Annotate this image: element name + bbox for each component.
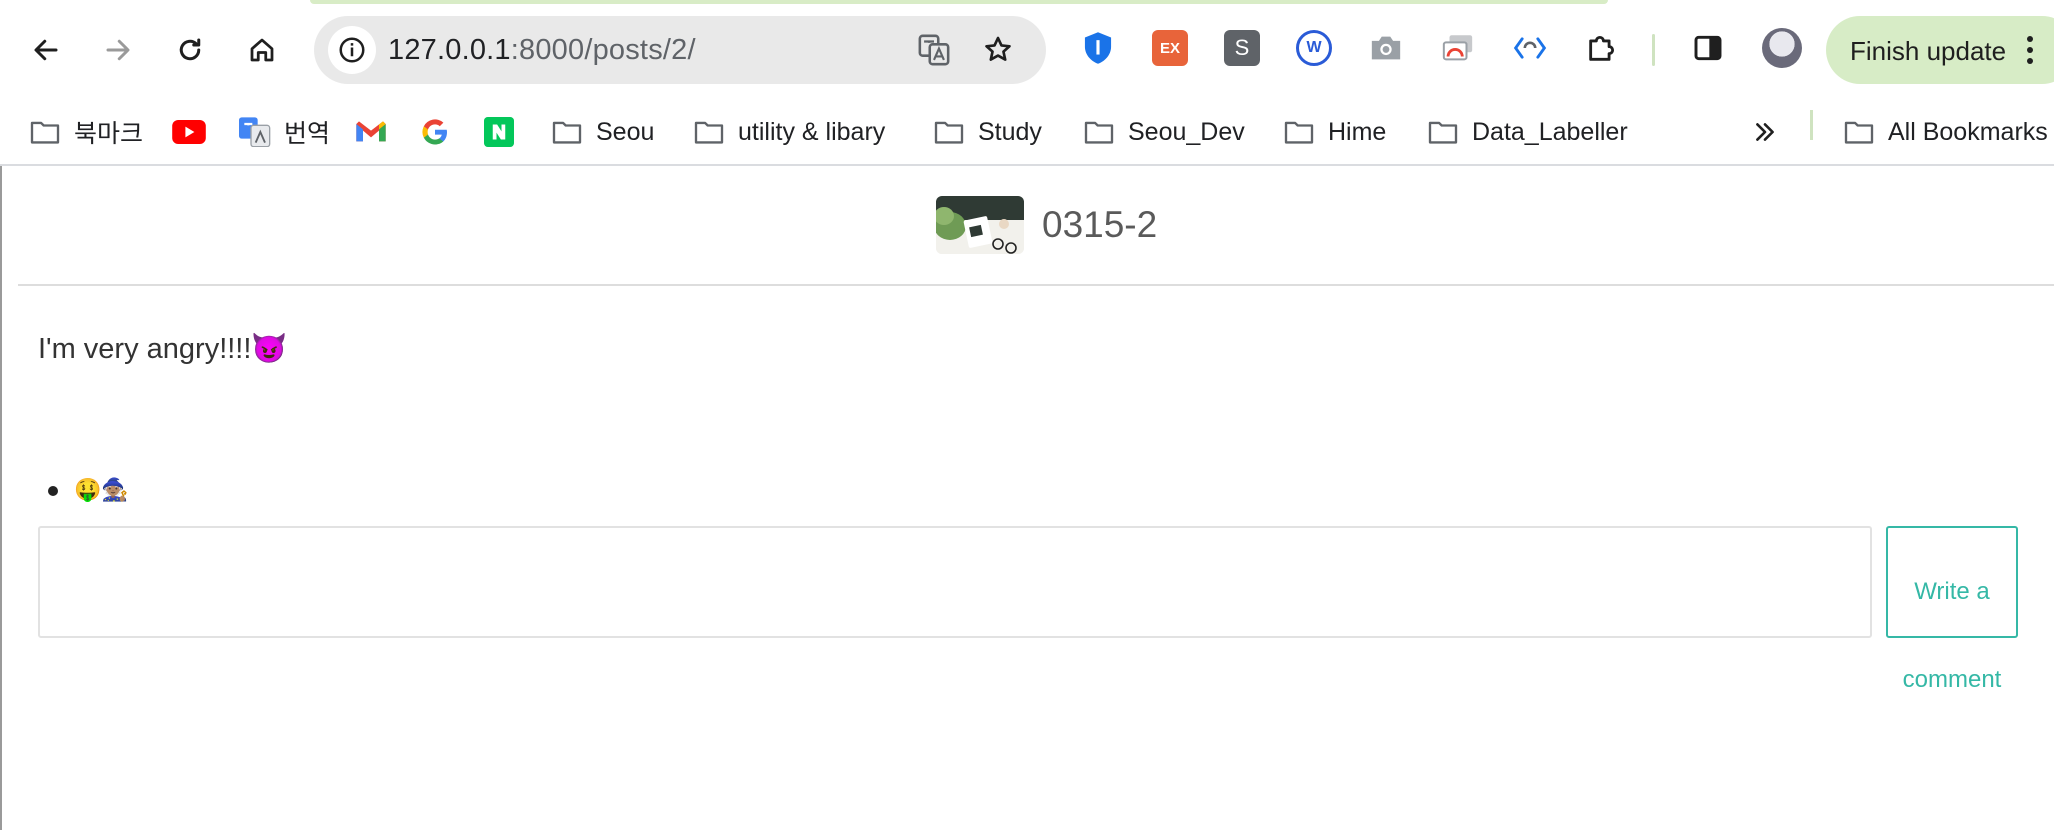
bookmark-label: Seou_Dev	[1128, 117, 1245, 146]
extension-s[interactable]: S	[1224, 30, 1260, 66]
write-comment-button[interactable]: Write a	[1886, 526, 2018, 638]
puzzle-icon	[1589, 35, 1615, 61]
active-tab-accent	[310, 0, 1608, 4]
bookmark-folder-seou[interactable]: Seou	[550, 110, 654, 154]
double-chevron-right-icon	[1748, 117, 1782, 147]
folder-icon	[1082, 117, 1116, 147]
google-icon	[418, 117, 452, 147]
star-icon	[985, 36, 1011, 61]
shield-icon	[1084, 32, 1112, 64]
bookmark-naver[interactable]	[482, 110, 516, 154]
window-edge	[0, 166, 2, 830]
folder-icon	[1282, 117, 1316, 147]
ex-label: EX	[1159, 39, 1180, 57]
extension-ex[interactable]: EX	[1152, 30, 1188, 66]
extension-devtools[interactable]	[1512, 30, 1548, 66]
translate-page-button[interactable]	[914, 30, 954, 70]
bookmark-youtube[interactable]	[172, 110, 206, 154]
bookmark-label: Seou	[596, 117, 655, 146]
post-thumbnail-image	[936, 196, 1024, 254]
arrow-left-icon	[34, 39, 58, 61]
home-icon	[250, 38, 274, 62]
folder-icon	[550, 117, 584, 147]
write-comment-label-line1: Write a	[1914, 578, 1990, 605]
bookmark-label: Hime	[1328, 117, 1387, 146]
bookmark-gmail[interactable]	[354, 110, 388, 154]
post-header: 0315-2	[18, 166, 2054, 286]
back-button[interactable]	[18, 22, 74, 78]
forward-button[interactable]	[90, 22, 146, 78]
home-button[interactable]	[234, 22, 290, 78]
reload-icon	[179, 38, 201, 61]
folder-icon	[692, 117, 726, 147]
site-info-button[interactable]	[328, 26, 376, 74]
bookmark-google[interactable]	[418, 110, 452, 154]
comment-input[interactable]	[38, 526, 1872, 638]
windows-icon	[1442, 35, 1473, 61]
bookmark-label: Data_Labeller	[1472, 117, 1628, 146]
bookmark-folder-hime[interactable]: Hime	[1282, 110, 1386, 154]
bookmark-label: utility & libary	[738, 117, 886, 146]
bookmark-folder-seou-dev[interactable]: Seou_Dev	[1082, 110, 1245, 154]
side-panel-button[interactable]	[1690, 30, 1726, 66]
bookmarks-separator	[1810, 110, 1813, 140]
profile-avatar[interactable]	[1762, 28, 1802, 68]
write-comment-label-line2[interactable]: comment	[1886, 666, 2018, 694]
folder-icon	[1842, 117, 1876, 147]
bookmark-folder-bukmark[interactable]: 북마크	[28, 110, 143, 154]
bookmark-folder-data-labeller[interactable]: Data_Labeller	[1426, 110, 1628, 154]
bookmark-label: All Bookmarks	[1888, 117, 2048, 146]
side-panel-icon	[1694, 35, 1722, 61]
extension-password-manager[interactable]	[1080, 30, 1116, 66]
arrow-right-icon	[106, 39, 130, 61]
bookmark-translate[interactable]: 번역	[238, 110, 330, 154]
bookmark-label: 북마크	[74, 120, 144, 148]
comment-list: 🤑🧙🏽	[38, 470, 129, 510]
url-path: :8000/posts/2/	[510, 34, 696, 66]
url-host: 127.0.0.1	[388, 34, 511, 66]
post-body-text: I'm very angry!!!!😈	[38, 333, 288, 365]
translate-icon	[918, 34, 950, 66]
folder-icon	[28, 117, 62, 147]
s-label: S	[1234, 35, 1250, 60]
bookmark-label: Study	[978, 117, 1042, 146]
finish-update-button[interactable]: Finish update	[1826, 16, 2054, 84]
code-brackets-icon	[1513, 37, 1547, 59]
all-bookmarks-button[interactable]: All Bookmarks	[1842, 110, 2048, 154]
bookmark-folder-utility[interactable]: utility & libary	[692, 110, 885, 154]
finish-update-label: Finish update	[1850, 36, 2007, 66]
naver-icon	[482, 117, 516, 147]
bookmark-label: 번역	[284, 120, 331, 148]
extensions-menu-button[interactable]	[1584, 30, 1620, 66]
info-icon	[339, 37, 365, 63]
bookmark-star-button[interactable]	[978, 30, 1018, 70]
folder-icon	[1426, 117, 1460, 147]
bookmark-folder-study[interactable]: Study	[932, 110, 1042, 154]
camera-icon	[1371, 36, 1401, 60]
browser-toolbar: 127.0.0.1:8000/posts/2/ EX S W Finish up…	[0, 0, 2054, 100]
bookmarks-bar: 북마크 번역 Seou utility & libary Study Seou_…	[0, 100, 2054, 166]
more-menu-icon	[2026, 36, 2034, 64]
comment-item: 🤑🧙🏽	[38, 470, 129, 510]
youtube-icon	[172, 117, 206, 147]
gmail-icon	[354, 117, 388, 147]
bookmarks-overflow-button[interactable]	[1748, 110, 1782, 154]
google-translate-icon	[238, 117, 272, 147]
extension-window-manager[interactable]	[1440, 30, 1476, 66]
post-thumbnail[interactable]	[936, 196, 1024, 254]
reload-button[interactable]	[162, 22, 218, 78]
extension-screenshot[interactable]	[1368, 30, 1404, 66]
url-text[interactable]: 127.0.0.1:8000/posts/2/	[388, 34, 696, 67]
address-bar[interactable]: 127.0.0.1:8000/posts/2/	[314, 16, 1046, 84]
w-label: W	[1306, 39, 1322, 56]
extension-w[interactable]: W	[1296, 30, 1332, 66]
toolbar-separator	[1652, 34, 1655, 66]
folder-icon	[932, 117, 966, 147]
post-title: 0315-2	[1042, 204, 1158, 245]
